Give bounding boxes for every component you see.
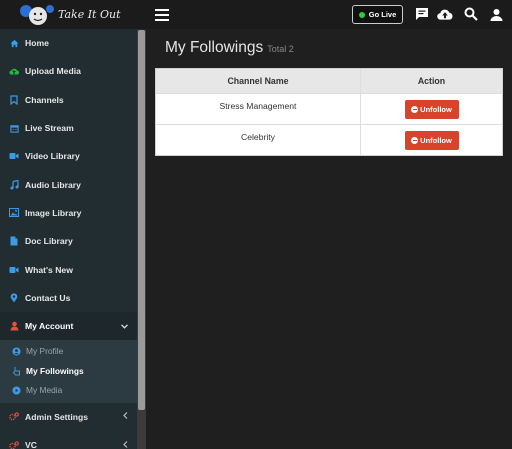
user-icon[interactable] [488,6,504,22]
sidebar-item-contact-us[interactable]: Contact Us [0,284,146,312]
music-icon [9,179,19,190]
sidebar-item-label: My Account [25,321,74,332]
sidebar-item-audio-library[interactable]: Audio Library [0,170,146,198]
action-cell: Unfollow [361,94,502,124]
sidebar-item-live-stream[interactable]: Live Stream [0,114,146,142]
sidebar-item-home[interactable]: Home [0,29,146,57]
submenu-item-my-media[interactable]: My Media [0,380,146,400]
submenu-item-my-profile[interactable]: My Profile [0,341,146,361]
user-icon [9,321,19,331]
play-circle-icon [11,385,21,395]
channel-name-cell: Celebrity [156,125,361,155]
sidebar-item-label: Contact Us [25,292,71,303]
calendar-icon [9,123,19,133]
sidebar-item-label: Home [25,38,49,49]
image-icon [9,208,19,218]
action-cell: Unfollow [361,125,502,155]
unfollow-button[interactable]: Unfollow [404,131,459,150]
menu-icon[interactable] [155,8,169,21]
submenu-item-label: My Followings [26,365,84,376]
table-header: Channel Name Action [156,69,502,93]
sidebar-item-label: Image Library [25,207,82,218]
sidebar-item-label: Video Library [25,151,80,162]
top-navbar: Go Live [146,0,512,29]
video-icon [9,151,19,161]
sidebar-item-label: Channels [25,94,64,105]
go-live-label: Go Live [368,10,397,19]
sidebar-item-video-library[interactable]: Video Library [0,142,146,170]
search-icon[interactable] [463,6,479,22]
sidebar-item-label: VC [25,440,37,449]
sidebar-item-label: Upload Media [25,66,81,77]
column-header-channel-name: Channel Name [156,69,361,93]
scrollbar-thumb[interactable] [138,30,145,410]
page-subtitle: Total 2 [267,44,294,54]
sidebar-item-label: What's New [25,264,73,275]
table-row: Stress Management Unfollow [156,93,502,124]
sidebar-scrollbar[interactable] [137,30,146,449]
user-circle-icon [11,346,21,356]
submenu-item-label: My Media [26,385,63,396]
sidebar-item-vc[interactable]: VC [0,431,146,449]
account-submenu: My Profile My Followings My Media [0,340,146,403]
chat-icon[interactable] [414,6,430,22]
sidebar-item-channels[interactable]: Channels [0,86,146,114]
map-pin-icon [9,293,19,303]
logo[interactable]: Take It Out [0,0,146,29]
sidebar-item-label: Audio Library [25,179,81,190]
video-icon [9,265,19,275]
cloud-upload-icon [9,66,19,76]
sidebar-item-whats-new[interactable]: What's New [0,255,146,283]
home-icon [9,38,19,48]
live-dot-icon [358,11,365,18]
sidebar-item-doc-library[interactable]: Doc Library [0,227,146,255]
logo-text: Take It Out [58,8,121,21]
sidebar-item-my-account[interactable]: My Account [0,311,146,341]
minus-circle-icon [411,106,419,113]
cogs-icon [9,440,19,449]
sidebar-nav: Home Upload Media Channels Live Stream V… [0,29,146,341]
chevron-left-icon [123,412,128,421]
cloud-upload-icon[interactable] [437,6,453,22]
sidebar-item-admin-settings[interactable]: Admin Settings [0,403,146,431]
logo-icon [18,2,56,28]
sidebar-nav-bottom: Admin Settings VC [0,403,146,449]
unfollow-button[interactable]: Unfollow [404,100,459,119]
sidebar-item-image-library[interactable]: Image Library [0,199,146,227]
chevron-down-icon [121,322,128,331]
page-title-text: My Followings [165,39,264,56]
column-header-action: Action [361,69,502,93]
sidebar: Take It Out Home Upload Media Channels L… [0,0,146,449]
submenu-item-label: My Profile [26,346,64,357]
chevron-left-icon [123,440,128,449]
unfollow-label: Unfollow [420,136,452,145]
hand-pointer-icon [11,366,21,376]
bookmark-icon [9,95,19,105]
followings-table: Channel Name Action Stress Management Un… [155,68,503,156]
main-content: My Followings Total 2 Channel Name Action… [146,29,512,449]
channel-name-cell: Stress Management [156,94,361,124]
go-live-button[interactable]: Go Live [352,5,403,24]
sidebar-item-label: Admin Settings [25,411,89,422]
sidebar-item-upload-media[interactable]: Upload Media [0,57,146,85]
unfollow-label: Unfollow [420,105,452,114]
sidebar-item-label: Doc Library [25,236,73,247]
table-row: Celebrity Unfollow [156,124,502,155]
submenu-item-my-followings[interactable]: My Followings [0,361,146,381]
page-title: My Followings Total 2 [165,39,294,57]
sidebar-item-label: Live Stream [25,123,74,134]
minus-circle-icon [411,137,419,144]
cogs-icon [9,412,19,422]
document-icon [9,236,19,246]
